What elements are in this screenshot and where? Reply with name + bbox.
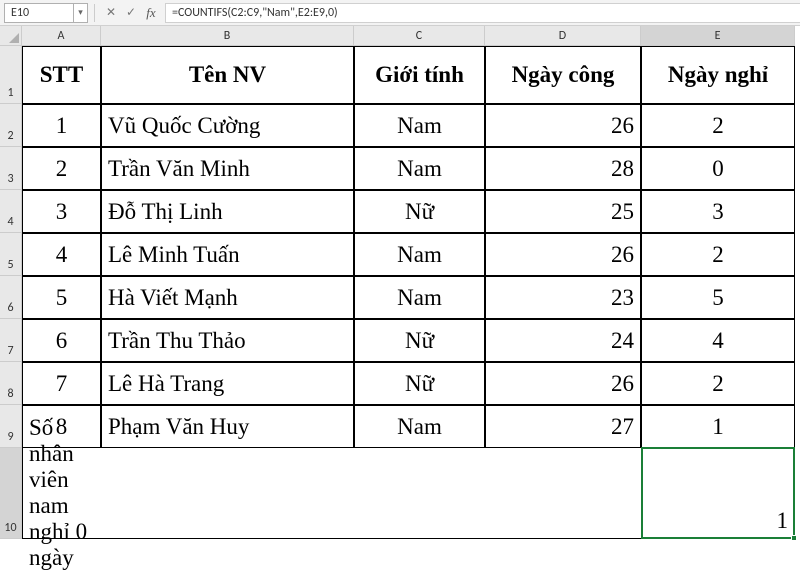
summary-row: Số nhân viên nam nghỉ 0 ngày 1	[22, 448, 795, 539]
cell-days[interactable]: 26	[485, 233, 641, 276]
cell-off[interactable]: 1	[641, 405, 795, 448]
cell-name[interactable]: Vũ Quốc Cường	[101, 104, 354, 147]
name-box-value: E10	[11, 6, 29, 20]
row-header-6[interactable]: 6	[0, 276, 22, 319]
cell-stt[interactable]: 6	[22, 319, 101, 362]
cell-days[interactable]: 26	[485, 104, 641, 147]
cell-gender[interactable]: Nam	[354, 147, 485, 190]
cell-stt[interactable]: 3	[22, 190, 101, 233]
divider	[94, 4, 95, 22]
cell-off[interactable]: 2	[641, 233, 795, 276]
summary-cell-b[interactable]	[101, 448, 354, 539]
column-header-b[interactable]: B	[101, 26, 354, 46]
header-off[interactable]: Ngày nghỉ	[641, 46, 795, 104]
header-stt[interactable]: STT	[22, 46, 101, 104]
table-row: 2Trần Văn MinhNam280	[22, 147, 795, 190]
cell-name[interactable]: Đỗ Thị Linh	[101, 190, 354, 233]
cancel-icon[interactable]: ✕	[102, 4, 120, 22]
row-header-10[interactable]: 10	[0, 448, 22, 539]
table-row: 7Lê Hà TrangNữ262	[22, 362, 795, 405]
summary-value: 1	[777, 508, 789, 534]
enter-icon[interactable]: ✓	[122, 4, 140, 22]
select-all-corner[interactable]	[0, 26, 22, 46]
table-row: 3Đỗ Thị LinhNữ253	[22, 190, 795, 233]
cell-name[interactable]: Phạm Văn Huy	[101, 405, 354, 448]
column-header-d[interactable]: D	[485, 26, 641, 46]
cell-gender[interactable]: Nữ	[354, 319, 485, 362]
table-row: 6Trần Thu ThảoNữ244	[22, 319, 795, 362]
name-box[interactable]: E10	[4, 3, 74, 23]
cell-gender[interactable]: Nam	[354, 233, 485, 276]
table-header-row: STT Tên NV Giới tính Ngày công Ngày nghỉ	[22, 46, 795, 104]
table-row: 5Hà Viết MạnhNam235	[22, 276, 795, 319]
cell-stt[interactable]: 1	[22, 104, 101, 147]
cell-stt[interactable]: 2	[22, 147, 101, 190]
formula-bar[interactable]: =COUNTIFS(C2:C9,"Nam",E2:E9,0)	[165, 3, 800, 23]
active-cell-outline	[641, 447, 795, 539]
cell-name[interactable]: Lê Hà Trang	[101, 362, 354, 405]
row-header-1[interactable]: 1	[0, 46, 22, 104]
row-header-2[interactable]: 2	[0, 104, 22, 147]
column-header-a[interactable]: A	[22, 26, 101, 46]
row-header-8[interactable]: 8	[0, 362, 22, 405]
row-header-3[interactable]: 3	[0, 147, 22, 190]
cells: STT Tên NV Giới tính Ngày công Ngày nghỉ…	[22, 46, 795, 539]
formula-toolbar: E10 ▾ ✕ ✓ fx =COUNTIFS(C2:C9,"Nam",E2:E9…	[0, 0, 800, 26]
chevron-down-icon: ▾	[78, 7, 83, 18]
cell-gender[interactable]: Nam	[354, 276, 485, 319]
row-headers: 12345678910	[0, 46, 22, 539]
cell-days[interactable]: 28	[485, 147, 641, 190]
cell-off[interactable]: 4	[641, 319, 795, 362]
row-header-4[interactable]: 4	[0, 190, 22, 233]
cell-days[interactable]: 27	[485, 405, 641, 448]
fill-handle[interactable]	[791, 535, 797, 541]
cell-gender[interactable]: Nam	[354, 405, 485, 448]
summary-label-cell[interactable]: Số nhân viên nam nghỉ 0 ngày	[22, 448, 101, 539]
table-row: 8Phạm Văn HuyNam271	[22, 405, 795, 448]
column-header-c[interactable]: C	[354, 26, 485, 46]
name-box-dropdown[interactable]: ▾	[74, 3, 88, 23]
cell-days[interactable]: 26	[485, 362, 641, 405]
cell-name[interactable]: Hà Viết Mạnh	[101, 276, 354, 319]
row-header-9[interactable]: 9	[0, 405, 22, 448]
cell-off[interactable]: 2	[641, 362, 795, 405]
cell-days[interactable]: 23	[485, 276, 641, 319]
cell-gender[interactable]: Nữ	[354, 362, 485, 405]
header-days[interactable]: Ngày công	[485, 46, 641, 104]
cell-days[interactable]: 24	[485, 319, 641, 362]
summary-cell-c[interactable]	[354, 448, 485, 539]
cell-gender[interactable]: Nam	[354, 104, 485, 147]
cell-name[interactable]: Trần Văn Minh	[101, 147, 354, 190]
header-name[interactable]: Tên NV	[101, 46, 354, 104]
cell-stt[interactable]: 4	[22, 233, 101, 276]
cell-days[interactable]: 25	[485, 190, 641, 233]
table-row: 1Vũ Quốc CườngNam262	[22, 104, 795, 147]
cell-gender[interactable]: Nữ	[354, 190, 485, 233]
cell-stt[interactable]: 5	[22, 276, 101, 319]
header-gender[interactable]: Giới tính	[354, 46, 485, 104]
cell-off[interactable]: 2	[641, 104, 795, 147]
formula-text: =COUNTIFS(C2:C9,"Nam",E2:E9,0)	[172, 6, 338, 20]
summary-value-cell[interactable]: 1	[641, 448, 795, 539]
row-header-5[interactable]: 5	[0, 233, 22, 276]
summary-cell-d[interactable]	[485, 448, 641, 539]
cell-name[interactable]: Trần Thu Thảo	[101, 319, 354, 362]
table-row: 4Lê Minh TuấnNam262	[22, 233, 795, 276]
column-headers: ABCDE	[22, 26, 795, 46]
row-header-7[interactable]: 7	[0, 319, 22, 362]
fx-icon[interactable]: fx	[142, 4, 160, 22]
column-header-e[interactable]: E	[641, 26, 795, 46]
cell-off[interactable]: 5	[641, 276, 795, 319]
cell-off[interactable]: 3	[641, 190, 795, 233]
cell-name[interactable]: Lê Minh Tuấn	[101, 233, 354, 276]
cell-stt[interactable]: 7	[22, 362, 101, 405]
cell-off[interactable]: 0	[641, 147, 795, 190]
